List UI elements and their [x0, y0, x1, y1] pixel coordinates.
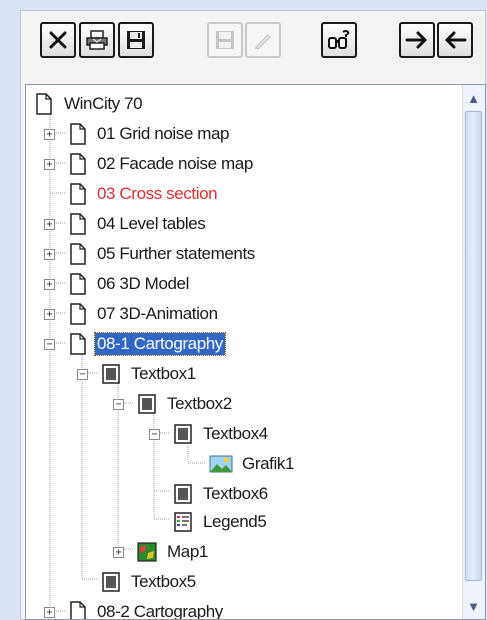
- expand-toggle[interactable]: +: [44, 279, 55, 290]
- collapse-toggle[interactable]: −: [113, 399, 124, 410]
- pen-icon: [255, 34, 271, 50]
- tree-item-label: 01 Grid noise map: [97, 124, 230, 143]
- tree-item-label: 02 Facade noise map: [97, 154, 253, 173]
- expand-toggle[interactable]: +: [44, 607, 55, 618]
- collapse-toggle[interactable]: −: [149, 429, 160, 440]
- expand-toggle[interactable]: +: [44, 249, 55, 260]
- textbox-icon: [102, 572, 120, 592]
- close-x-icon: [49, 31, 67, 49]
- expand-toggle[interactable]: +: [44, 309, 55, 320]
- document-icon: [70, 153, 86, 175]
- save-disabled-button[interactable]: [207, 22, 243, 58]
- map-icon: [137, 542, 157, 562]
- floppy-disk-icon: [127, 31, 145, 49]
- document-icon: [70, 273, 86, 295]
- expand-toggle[interactable]: +: [44, 129, 55, 140]
- tree-item-label: 06 3D Model: [97, 274, 189, 293]
- arrow-right-icon: [405, 31, 428, 49]
- textbox-icon: [102, 364, 120, 384]
- move-left-button[interactable]: [437, 22, 473, 58]
- vertical-scrollbar[interactable]: ▲ ▼: [462, 85, 485, 619]
- tree-item-label: Textbox5: [131, 572, 196, 591]
- print-button[interactable]: [79, 22, 115, 58]
- document-icon: [36, 93, 52, 115]
- save-button[interactable]: [118, 22, 154, 58]
- document-icon: [70, 213, 86, 235]
- expand-toggle[interactable]: +: [113, 547, 124, 558]
- tree-item-label: 08-1 Cartography: [94, 332, 226, 356]
- scroll-thumb[interactable]: [465, 111, 482, 581]
- binoculars-help-icon: [328, 30, 350, 49]
- image-icon: [209, 455, 233, 473]
- arrow-left-icon: [444, 31, 467, 49]
- tree-item-label: 08-2 Cartography: [97, 602, 223, 620]
- textbox-icon: [138, 394, 156, 414]
- tree-item-label: 03 Cross section: [97, 184, 218, 203]
- edit-disabled-button[interactable]: [245, 22, 281, 58]
- toolbar: [22, 22, 474, 68]
- textbox-icon: [174, 484, 192, 504]
- document-icon: [70, 333, 86, 355]
- tree-item-label: Grafik1: [242, 454, 294, 473]
- find-button[interactable]: [321, 22, 357, 58]
- tree-item-label: 07 3D-Animation: [97, 304, 218, 323]
- document-icon: [70, 303, 86, 325]
- move-right-button[interactable]: [399, 22, 435, 58]
- expand-toggle[interactable]: +: [44, 159, 55, 170]
- document-icon: [70, 243, 86, 265]
- expand-toggle[interactable]: +: [44, 219, 55, 230]
- tree-item-label: Textbox1: [131, 364, 196, 383]
- tree-item-label: Textbox2: [167, 394, 232, 413]
- tree-item-label: 04 Level tables: [97, 214, 206, 233]
- tree-item-label: Legend5: [203, 512, 267, 531]
- tree-item-label: Textbox4: [203, 424, 268, 443]
- floppy-disk-icon: [216, 31, 234, 49]
- tree-view[interactable]: WinCity 70 + 01 Grid noise map + 02 Faca…: [25, 84, 486, 620]
- collapse-toggle[interactable]: −: [44, 339, 55, 350]
- document-icon: [70, 601, 86, 619]
- scroll-down-icon[interactable]: ▼: [465, 595, 482, 617]
- tree-item-label: 05 Further statements: [97, 244, 255, 263]
- tree-root-label: WinCity 70: [64, 94, 143, 113]
- delete-button[interactable]: [40, 22, 76, 58]
- scroll-up-icon[interactable]: ▲: [465, 87, 482, 109]
- tree-item-label: Map1: [167, 542, 208, 561]
- document-icon: [70, 183, 86, 205]
- collapse-toggle[interactable]: −: [77, 369, 88, 380]
- textbox-icon: [174, 424, 192, 444]
- document-icon: [70, 123, 86, 145]
- legend-icon: [174, 512, 192, 532]
- tree-item-label: Textbox6: [203, 484, 268, 503]
- printer-icon: [86, 30, 108, 50]
